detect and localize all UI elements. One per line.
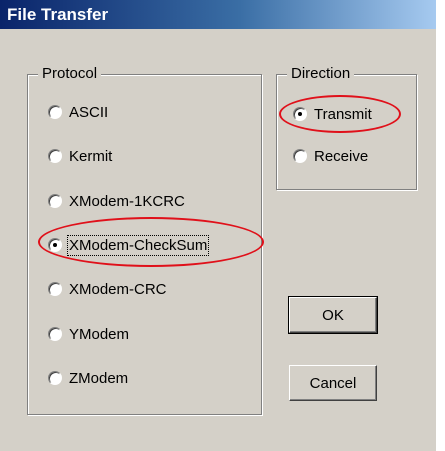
radio-zmodem[interactable]: ZModem — [48, 367, 128, 389]
radio-label: XModem-CRC — [69, 280, 167, 298]
radio-button-icon — [48, 238, 62, 252]
radio-xmodem-crc[interactable]: XModem-CRC — [48, 278, 167, 300]
radio-button-icon — [48, 327, 62, 341]
radio-label: XModem-1KCRC — [69, 192, 185, 210]
radio-transmit[interactable]: Transmit — [293, 103, 372, 125]
radio-selected-dot — [53, 243, 57, 247]
title-bar[interactable]: File Transfer — [0, 0, 436, 29]
radio-button-icon — [48, 371, 62, 385]
radio-kermit[interactable]: Kermit — [48, 145, 112, 167]
direction-group-label: Direction — [287, 65, 355, 82]
radio-button-icon — [48, 194, 62, 208]
protocol-group: Protocol ASCII Kermit XModem-1KCRC XMode… — [27, 65, 262, 415]
radio-label: Kermit — [69, 147, 113, 165]
radio-label: ASCII — [69, 103, 109, 121]
protocol-group-label: Protocol — [38, 65, 102, 82]
radio-label: Receive — [314, 147, 369, 165]
direction-group: Direction Transmit Receive — [276, 65, 417, 190]
radio-ascii[interactable]: ASCII — [48, 101, 108, 123]
window-title: File Transfer — [7, 5, 109, 24]
cancel-button[interactable]: Cancel — [289, 365, 377, 401]
radio-xmodem-checksum[interactable]: XModem-CheckSum — [48, 234, 210, 256]
radio-button-icon — [293, 107, 307, 121]
radio-label: Transmit — [314, 105, 372, 123]
radio-xmodem-1kcrc[interactable]: XModem-1KCRC — [48, 190, 185, 212]
radio-label: YModem — [69, 325, 130, 343]
radio-button-icon — [48, 149, 62, 163]
radio-label: XModem-CheckSum — [66, 234, 210, 256]
radio-receive[interactable]: Receive — [293, 145, 368, 167]
radio-selected-dot — [298, 112, 302, 116]
ok-button[interactable]: OK — [288, 296, 378, 334]
radio-button-icon — [293, 149, 307, 163]
radio-label: ZModem — [69, 369, 129, 387]
radio-button-icon — [48, 105, 62, 119]
radio-ymodem[interactable]: YModem — [48, 323, 129, 345]
file-transfer-dialog: File Transfer Protocol ASCII Kermit XMod… — [0, 0, 436, 451]
radio-button-icon — [48, 282, 62, 296]
